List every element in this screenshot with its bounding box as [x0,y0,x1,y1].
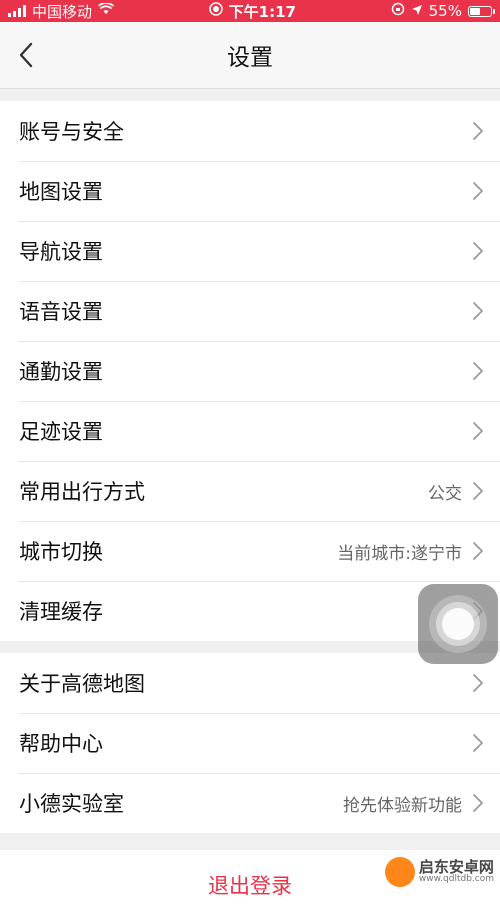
chevron-right-icon [472,793,484,813]
settings-row-value: 公交 [428,483,462,504]
settings-group-main: 账号与安全地图设置导航设置语音设置通勤设置足迹设置常用出行方式 公交城市切换 当前城… [0,101,500,641]
chevron-right-icon [472,541,484,561]
settings-row[interactable]: 小德实验室 抢先体验新功能 [0,773,500,833]
settings-row-label: 关于高德地图 [19,672,145,696]
settings-row-right [472,361,484,381]
settings-row-label: 城市切换 [19,540,103,564]
status-bar: 中国移动 下午1:17 55% [0,0,500,22]
settings-row-label: 小德实验室 [19,792,124,816]
wifi-icon [97,2,115,19]
settings-row-label: 帮助中心 [19,732,103,756]
settings-row-right [472,241,484,261]
settings-row-label: 导航设置 [19,240,103,264]
chevron-left-icon [19,42,33,68]
status-time: 下午1:17 [228,2,296,21]
location-arrow-icon [411,2,423,20]
settings-row[interactable]: 地图设置 [0,161,500,221]
settings-row[interactable]: 足迹设置 [0,401,500,461]
watermark-title: 启东安卓网 [418,858,494,876]
assistive-touch-dot [442,608,474,640]
watermark-url: www.qdltdb.com [418,874,494,884]
battery-fill [469,7,481,15]
signal-icon [8,5,26,17]
settings-row-label: 清理缓存 [19,600,103,624]
chevron-right-icon [472,241,484,261]
chevron-right-icon [472,733,484,753]
settings-row-label: 语音设置 [19,300,103,324]
settings-row[interactable]: 账号与安全 [0,101,500,161]
settings-row-right [472,673,484,693]
settings-row-label: 常用出行方式 [19,480,145,504]
settings-row[interactable]: 导航设置 [0,221,500,281]
assistive-touch-ring-inner [436,602,480,646]
settings-row[interactable]: 通勤设置 [0,341,500,401]
page-title: 设置 [227,45,273,71]
watermark-logo [384,857,415,887]
chevron-right-icon [472,301,484,321]
settings-row-value: 抢先体验新功能 [343,795,462,816]
chevron-right-icon [472,361,484,381]
settings-row-label: 通勤设置 [19,360,103,384]
status-right: 55% [391,2,495,20]
chevron-right-icon [472,181,484,201]
record-icon [208,2,223,20]
settings-row-right [472,421,484,441]
settings-row-right [472,121,484,141]
chevron-right-icon [472,421,484,441]
watermark: 启东安卓网 www.qdltdb.com [384,857,494,887]
settings-row-value: 当前城市:遂宁市 [337,543,462,564]
logout-label: 退出登录 [208,874,292,898]
settings-row-label: 足迹设置 [19,420,103,444]
watermark-text: 启东安卓网 www.qdltdb.com [419,860,494,884]
settings-row[interactable]: 城市切换 当前城市:遂宁市 [0,521,500,581]
carrier-name: 中国移动 [32,2,93,21]
battery-percent: 55% [428,2,462,20]
assistive-touch-button[interactable] [418,584,498,664]
settings-row-right: 公交 [428,479,484,504]
chevron-right-icon [472,481,484,501]
lock-rotation-icon [391,2,405,20]
settings-row-right [472,733,484,753]
settings-row-right [472,181,484,201]
settings-group-about: 关于高德地图 帮助中心小德实验室 抢先体验新功能 [0,653,500,833]
settings-row-label: 账号与安全 [19,120,124,144]
settings-row-label: 地图设置 [19,180,103,204]
status-center: 下午1:17 [208,1,296,22]
navigation-bar: 设置 [0,22,500,89]
settings-row[interactable]: 帮助中心 [0,713,500,773]
settings-row-right: 当前城市:遂宁市 [337,539,484,564]
chevron-right-icon [472,121,484,141]
settings-row-right: 抢先体验新功能 [343,791,484,816]
battery-icon [467,5,495,17]
assistive-touch-ring [429,595,487,653]
back-button[interactable] [14,40,38,70]
chevron-right-icon [472,673,484,693]
status-left: 中国移动 [8,1,115,22]
section-gap [0,89,500,101]
settings-row-right [472,301,484,321]
settings-row[interactable]: 关于高德地图 [0,653,500,713]
settings-row[interactable]: 语音设置 [0,281,500,341]
settings-row[interactable]: 常用出行方式 公交 [0,461,500,521]
